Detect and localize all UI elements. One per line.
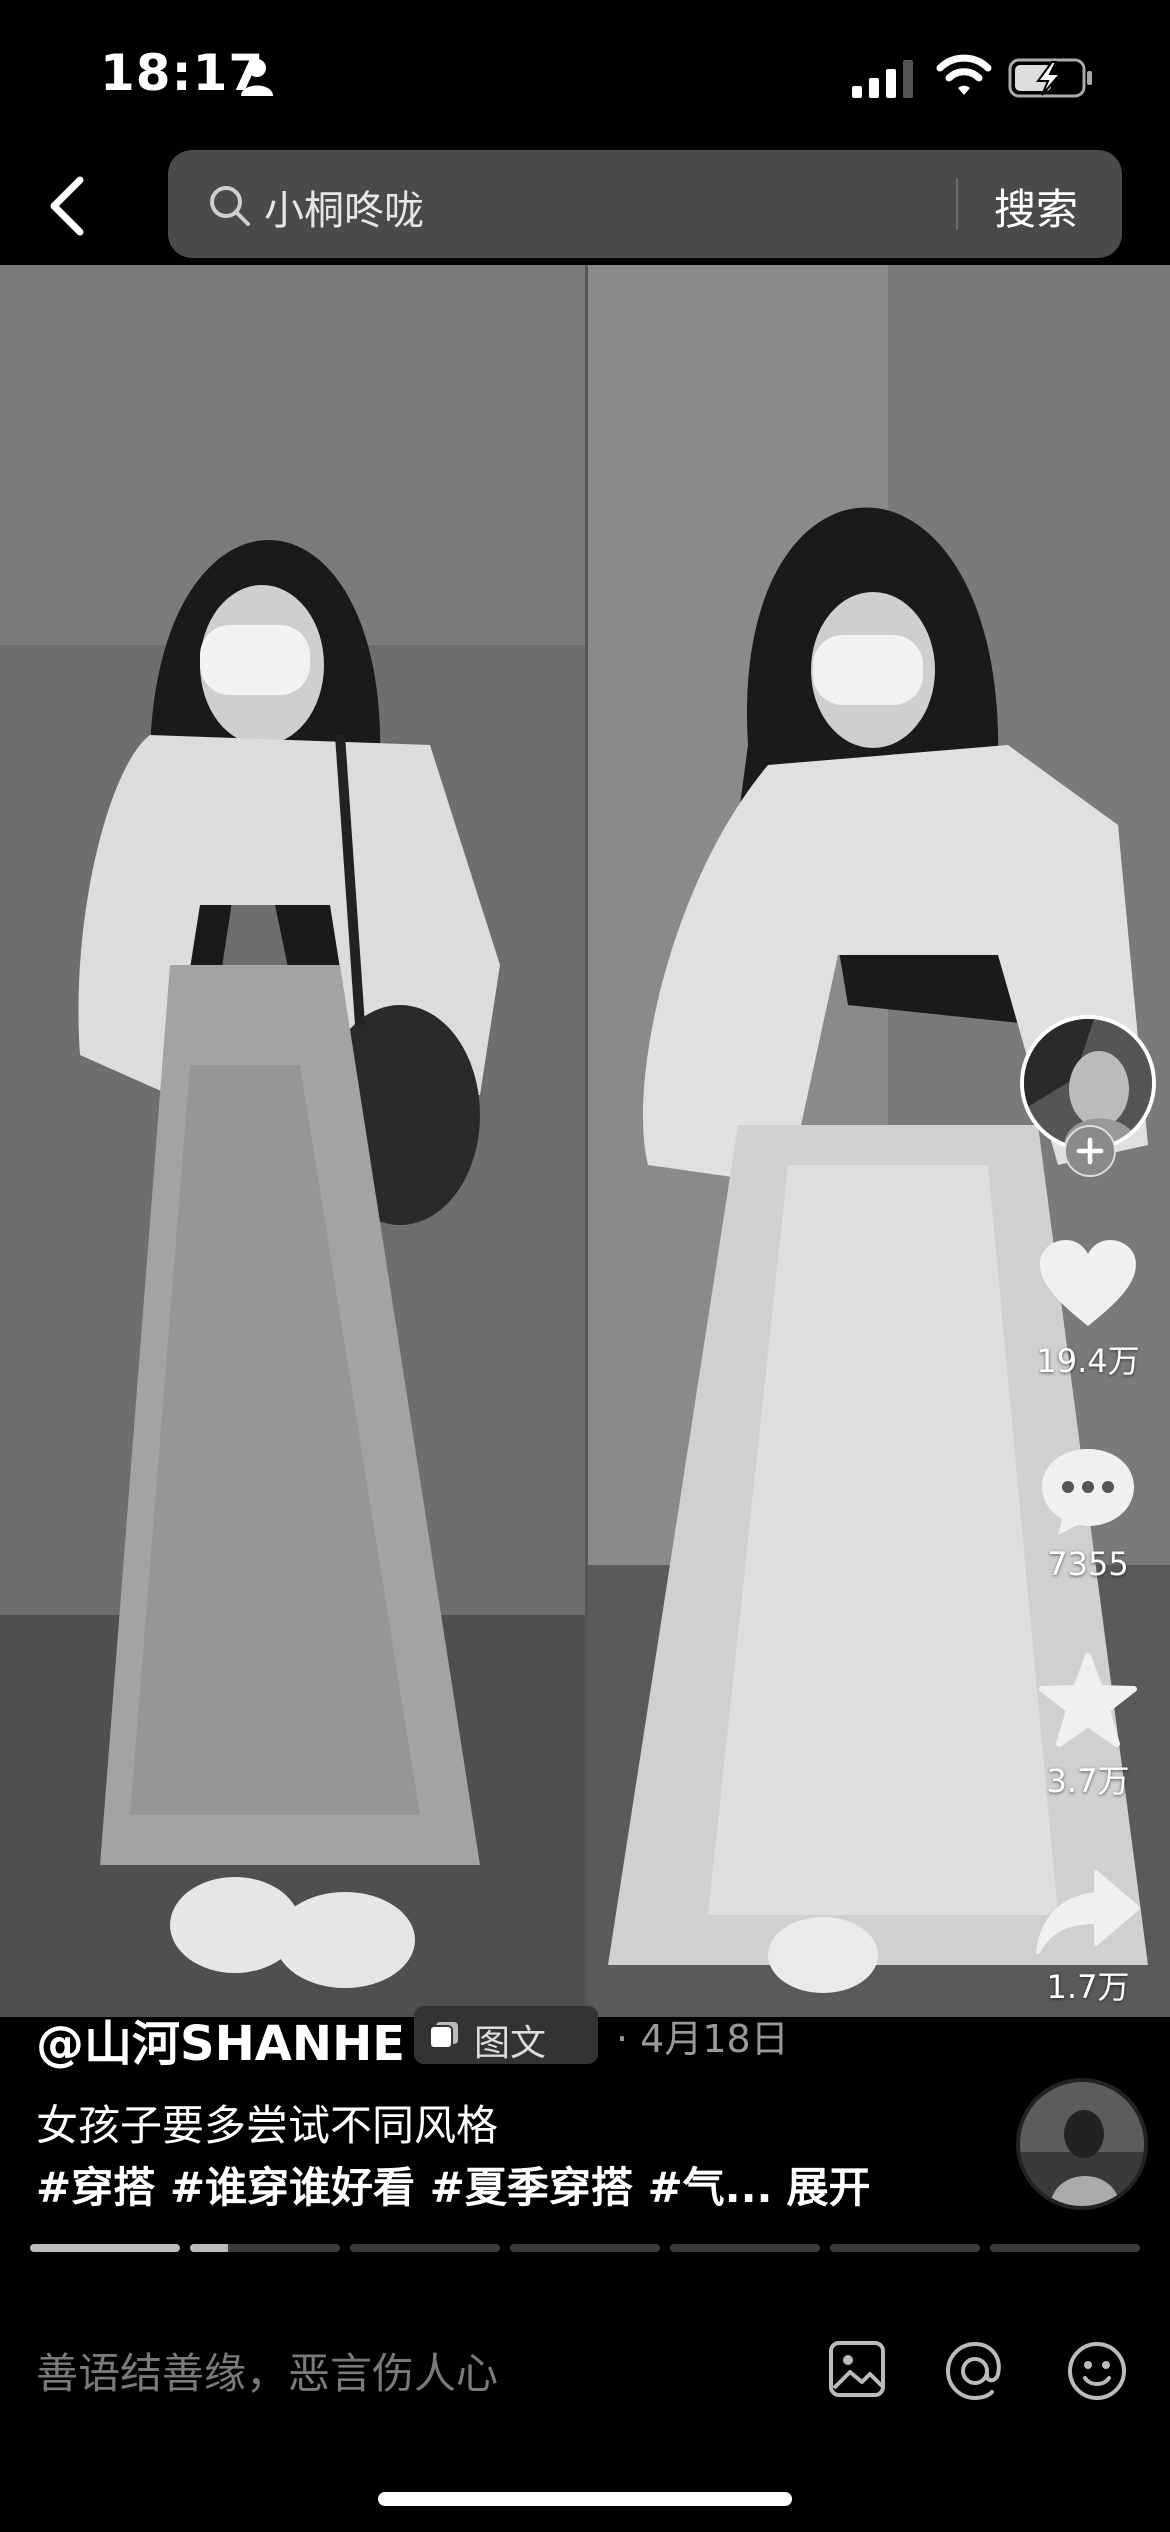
image-progress-bar [30,2244,1142,2252]
like-button[interactable]: 19.4万 [1018,1240,1158,1382]
search-box[interactable]: 小桐咚咙 搜索 [168,150,1122,258]
favorite-button[interactable]: 3.7万 [1018,1652,1158,1802]
star-icon [1039,1653,1137,1747]
share-count: 1.7万 [1046,1968,1130,2006]
progress-segment [990,2244,1140,2252]
comment-count: 7355 [1047,1545,1129,1583]
post-image[interactable] [0,265,1170,2017]
comment-button[interactable]: 7355 [1018,1445,1158,1583]
progress-segment [510,2244,660,2252]
post-caption: @山河SHANHE 图文 · 4月18日 女孩子要多尝试不同风格 #穿搭 #谁穿… [36,2000,996,2212]
person-icon [241,59,273,96]
back-button[interactable] [40,170,100,242]
battery-icon [1008,58,1092,98]
screen: 18:17 小桐咚咙 搜索 19.4万 7355 3.7万 1.7万 @山河SH… [0,0,1170,2532]
creator-avatar-group [1018,1015,1158,1190]
search-button[interactable]: 搜索 [994,176,1078,237]
post-tags: #穿搭 #谁穿谁好看 #夏季穿搭 #气... 展开 [36,2154,871,2215]
comment-input[interactable]: 善语结善缘，恶言伤人心 [36,2340,498,2401]
comment-icon [1042,1449,1134,1535]
search-icon [210,186,250,226]
status-bar: 18:17 [0,0,1170,150]
progress-segment [30,2244,180,2252]
outfit-photo-left [0,265,585,2017]
author-row: @山河SHANHE 图文 · 4月18日 [36,2000,996,2072]
progress-segment-current [190,2244,340,2252]
music-disc-avatar[interactable] [1016,2078,1148,2210]
progress-segment [350,2244,500,2252]
signal-icon [852,60,913,98]
search-input[interactable]: 小桐咚咙 [264,178,424,236]
wifi-icon [936,54,992,95]
mention-icon[interactable] [944,2340,1006,2402]
post-type-label: 图文 [474,2023,547,2064]
share-arrow-icon [1036,1870,1140,1954]
search-header: 小桐咚咙 搜索 [0,150,1170,265]
share-button[interactable]: 1.7万 [1018,1870,1158,2008]
heart-icon [1040,1240,1136,1326]
image-picker-icon[interactable] [828,2340,886,2398]
emoji-icon[interactable] [1066,2340,1128,2402]
comment-bar: 善语结善缘，恶言伤人心 [0,2300,1170,2440]
hashtags[interactable]: #穿搭 #谁穿谁好看 #夏季穿搭 #气... [36,2163,773,2212]
post-date: · 4月18日 [616,2017,789,2061]
search-divider [956,178,958,230]
progress-segment [670,2244,820,2252]
favorite-count: 3.7万 [1046,1762,1130,1800]
home-indicator [378,2492,792,2506]
image-post-icon [429,2022,458,2049]
post-type-badge: 图文 [414,2006,598,2064]
post-description: 女孩子要多尝试不同风格 [36,2101,499,2150]
progress-segment [830,2244,980,2252]
like-count: 19.4万 [1036,1342,1140,1380]
author-name[interactable]: @山河SHANHE [36,2004,405,2074]
expand-link[interactable]: 展开 [787,2163,871,2212]
follow-button[interactable] [1064,1125,1116,1177]
